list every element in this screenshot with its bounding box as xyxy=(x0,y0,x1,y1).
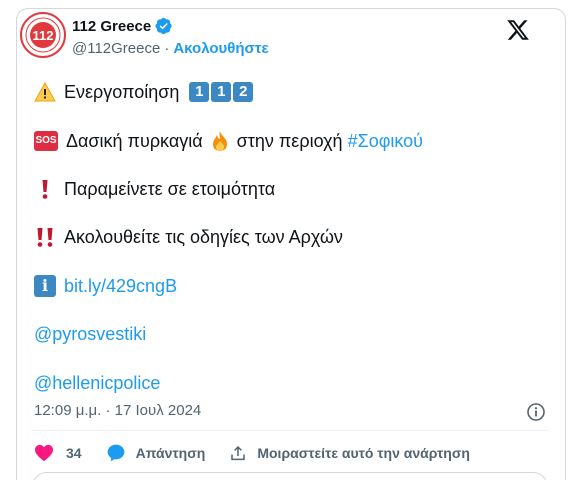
fire-text-b: στην περιοχή xyxy=(236,131,343,151)
mention-hellenicpolice[interactable]: @hellenicpolice xyxy=(34,371,160,395)
divider xyxy=(32,430,548,431)
sos-icon: SOS xyxy=(34,131,58,151)
x-logo-icon[interactable] xyxy=(506,18,530,42)
follow-button[interactable]: Ακολουθήστε xyxy=(173,40,268,57)
instructions-text: Ακολουθείτε τις οδηγίες των Αρχών xyxy=(64,227,343,247)
tweet-line-mention-1: @pyrosvestiki xyxy=(34,322,146,346)
warning-icon xyxy=(34,82,56,102)
info-icon: i xyxy=(34,275,56,297)
display-name[interactable]: 112 Greece xyxy=(72,18,151,35)
mention-pyrosvestiki[interactable]: @pyrosvestiki xyxy=(34,322,146,346)
avatar[interactable]: 112 xyxy=(20,12,66,58)
tweet-line-instructions: Ακολουθείτε τις οδηγίες των Αρχών xyxy=(34,225,343,249)
tweet-line-fire: SOS Δασική πυρκαγιά στην περιοχή #Σοφικο… xyxy=(34,129,423,153)
share-button[interactable]: Μοιραστείτε αυτό την ανάρτηση xyxy=(229,444,470,462)
readiness-text: Παραμείνετε σε ετοιμότητα xyxy=(64,179,276,199)
activation-text: Ενεργοποίηση xyxy=(64,82,180,102)
action-bar: 34 Απάντηση Μοιραστείτε αυτό την ανάρτησ… xyxy=(34,442,470,464)
tweet-line-readiness: Παραμείνετε σε ετοιμότητα xyxy=(34,177,275,201)
reply-button[interactable]: Απάντηση xyxy=(106,443,230,463)
verified-badge-icon xyxy=(155,17,173,35)
tweet-line-mention-2: @hellenicpolice xyxy=(34,371,160,395)
tweet-line-link: i bit.ly/429cngB xyxy=(34,274,177,298)
timestamp[interactable]: 12:09 μ.μ. · 17 Ιουλ 2024 xyxy=(34,402,201,419)
like-button[interactable]: 34 xyxy=(34,444,106,462)
heart-icon xyxy=(34,444,54,462)
reply-label: Απάντηση xyxy=(135,445,206,461)
separator-dot: · xyxy=(164,39,170,57)
exclamation-icon xyxy=(34,178,56,200)
keycap-1: 1 xyxy=(189,82,210,102)
tweet-line-activation: Ενεργοποίηση 1 1 2 xyxy=(34,80,254,104)
short-link[interactable]: bit.ly/429cngB xyxy=(64,274,177,298)
fire-text-a: Δασική πυρκαγιά xyxy=(66,131,203,151)
share-label: Μοιραστείτε αυτό την ανάρτηση xyxy=(257,445,470,461)
keycap-2: 1 xyxy=(211,82,232,102)
reply-icon xyxy=(106,443,126,463)
double-exclamation-icon xyxy=(34,226,56,248)
avatar-text: 112 xyxy=(33,28,54,43)
info-circle-icon[interactable] xyxy=(526,402,546,422)
share-icon xyxy=(229,444,247,462)
fire-icon xyxy=(211,130,229,152)
like-count: 34 xyxy=(66,445,82,461)
account-info: 112 Greece @112Greece · Ακολουθήστε xyxy=(72,16,269,58)
account-handle[interactable]: @112Greece xyxy=(72,40,160,57)
tweet-header: 112 112 Greece @112Greece · Ακολουθήστε xyxy=(16,8,536,64)
read-replies-button[interactable] xyxy=(32,472,548,480)
hashtag-link[interactable]: #Σοφικού xyxy=(348,129,423,153)
keycap-3: 2 xyxy=(233,82,254,102)
